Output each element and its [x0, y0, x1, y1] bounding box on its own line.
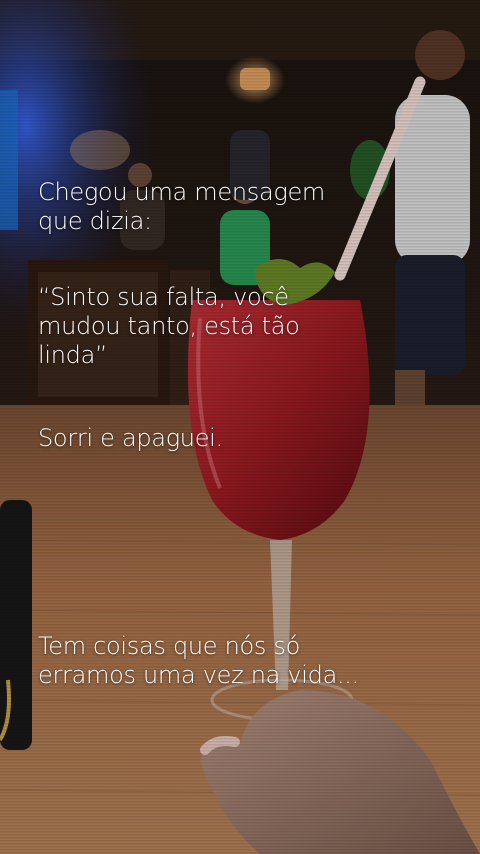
caption-conclusion: Tem coisas que nós só erramos uma vez na… [38, 632, 359, 689]
caption-intro: Chegou uma mensagem que dizia: [38, 178, 325, 235]
caption-reaction: Sorri e apaguei. [38, 424, 223, 452]
caption-quote: “Sinto sua falta, você mudou tanto, está… [38, 283, 300, 369]
